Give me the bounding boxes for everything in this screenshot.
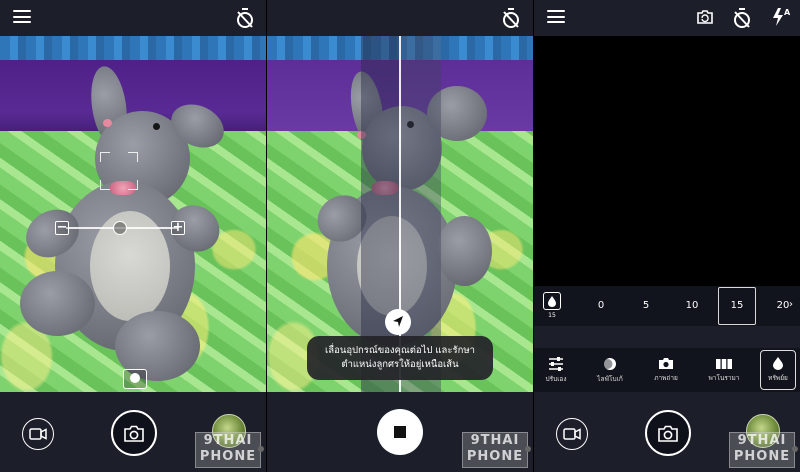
flash-button[interactable]: A — [770, 5, 792, 29]
mode-label: ภาพถ่าย — [654, 374, 678, 382]
menu-icon — [13, 10, 31, 24]
top-bar — [0, 0, 266, 36]
video-camera-icon — [563, 428, 581, 440]
mode-live-bokeh[interactable]: ไลฟ์โบเก้ — [588, 348, 632, 392]
focus-frame — [100, 152, 138, 190]
watermark: 9THAI PHONE — [729, 432, 795, 468]
toast-text: เลื่อนอุปกรณ์ของคุณต่อไป และรักษา — [325, 345, 475, 356]
camera-viewfinder[interactable]: − + — [0, 36, 266, 392]
exposure-value-option[interactable]: 5 — [631, 300, 661, 311]
watermark-line: 9THAI — [737, 433, 787, 448]
exposure-plus-button[interactable]: + — [171, 221, 185, 235]
exposure-value-option-selected[interactable]: 15 — [718, 287, 756, 325]
mode-label: ไลฟ์โบเก้ — [597, 374, 623, 383]
svg-text:A: A — [784, 8, 791, 17]
top-bar: A — [534, 0, 800, 36]
menu-button[interactable] — [13, 10, 31, 24]
timer-button[interactable] — [500, 6, 522, 30]
mode-label: พาโนรามา — [708, 373, 740, 382]
flash-auto-icon: A — [773, 8, 791, 26]
menu-icon — [547, 10, 565, 24]
exposure-value-bar — [534, 286, 800, 326]
exposure-value-option[interactable]: 10 — [677, 300, 707, 311]
indicator-value: 15 — [548, 312, 556, 319]
watermark-dot — [792, 446, 798, 452]
screen-viewfinder-exposure: − + 9THAI PHONE — [0, 0, 266, 472]
timer-off-icon — [734, 8, 750, 28]
bokeh-icon — [603, 357, 616, 370]
panorama-arrow — [385, 309, 411, 335]
video-mode-button[interactable] — [22, 418, 54, 450]
video-mode-button[interactable] — [556, 418, 588, 450]
screen-panorama-guide: เลื่อนอุปกรณ์ของคุณต่อไป และรักษา ตำแหน่… — [267, 0, 533, 472]
mode-photo[interactable]: ภาพถ่าย — [644, 348, 688, 392]
camera-icon — [124, 425, 144, 442]
mode-panorama[interactable]: พาโนรามา — [702, 348, 746, 392]
video-camera-icon — [29, 428, 47, 440]
timer-button[interactable] — [731, 6, 753, 30]
mode-label: ปรับเอง — [545, 374, 567, 383]
drop-icon — [773, 357, 783, 370]
more-values-arrow[interactable]: › — [784, 299, 798, 310]
menu-button[interactable] — [547, 10, 565, 24]
camera-viewfinder[interactable] — [534, 36, 800, 286]
watermark: 9THAI PHONE — [195, 432, 261, 468]
drop-icon — [543, 292, 561, 310]
stop-button[interactable] — [377, 409, 423, 455]
toast-text: ตำแหน่งลูกศรให้อยู่เหนือเส้น — [341, 359, 459, 370]
top-bar — [267, 0, 533, 36]
timer-button[interactable] — [234, 6, 256, 30]
mode-bar: ปรับเอง ไลฟ์โบเก้ ภาพถ่าย พาโนรามา ทรัพย… — [534, 348, 800, 392]
mode-long-exposure-selected[interactable]: ทรัพย์ย — [760, 350, 796, 390]
screenshot-collage: − + 9THAI PHONE เลื่อนอุปกรณ์ของคุณต่อไป… — [0, 0, 800, 472]
switch-camera-button[interactable] — [694, 6, 716, 28]
timer-off-icon — [237, 8, 253, 28]
watermark-dot — [258, 446, 264, 452]
panorama-icon — [716, 358, 732, 369]
exposure-minus-button[interactable]: − — [55, 221, 69, 235]
watermark-line: 9THAI — [203, 433, 253, 448]
camera-viewfinder[interactable]: เลื่อนอุปกรณ์ของคุณต่อไป และรักษา ตำแหน่… — [267, 36, 533, 392]
mode-label: ทรัพย์ย — [768, 374, 788, 382]
scene-curtain — [0, 36, 266, 60]
exposure-indicator: 15 — [542, 292, 562, 322]
shutter-button[interactable] — [111, 410, 157, 456]
exposure-value-option[interactable]: 0 — [586, 300, 616, 311]
watermark-line: PHONE — [466, 449, 524, 464]
watermark-line: PHONE — [733, 449, 791, 464]
exposure-slider-handle[interactable] — [113, 221, 127, 235]
arrow-icon — [393, 316, 403, 327]
camera-icon — [658, 425, 678, 442]
watermark: 9THAI PHONE — [462, 432, 528, 468]
switch-camera-icon — [697, 10, 713, 24]
camera-icon — [659, 358, 673, 369]
timer-off-icon — [503, 8, 519, 28]
screen-long-exposure-settings: A 15 0 5 10 15 20 › ปรับเอง ไลฟ์โบเก้ ภา… — [534, 0, 800, 472]
mode-manual[interactable]: ปรับเอง — [534, 348, 578, 392]
shutter-button[interactable] — [645, 410, 691, 456]
watermark-line: 9THAI — [470, 433, 520, 448]
small-shutter-button[interactable] — [123, 369, 147, 389]
watermark-line: PHONE — [199, 449, 257, 464]
sliders-icon — [549, 356, 563, 371]
panorama-hint-toast: เลื่อนอุปกรณ์ของคุณต่อไป และรักษา ตำแหน่… — [307, 336, 493, 380]
watermark-dot — [525, 446, 531, 452]
